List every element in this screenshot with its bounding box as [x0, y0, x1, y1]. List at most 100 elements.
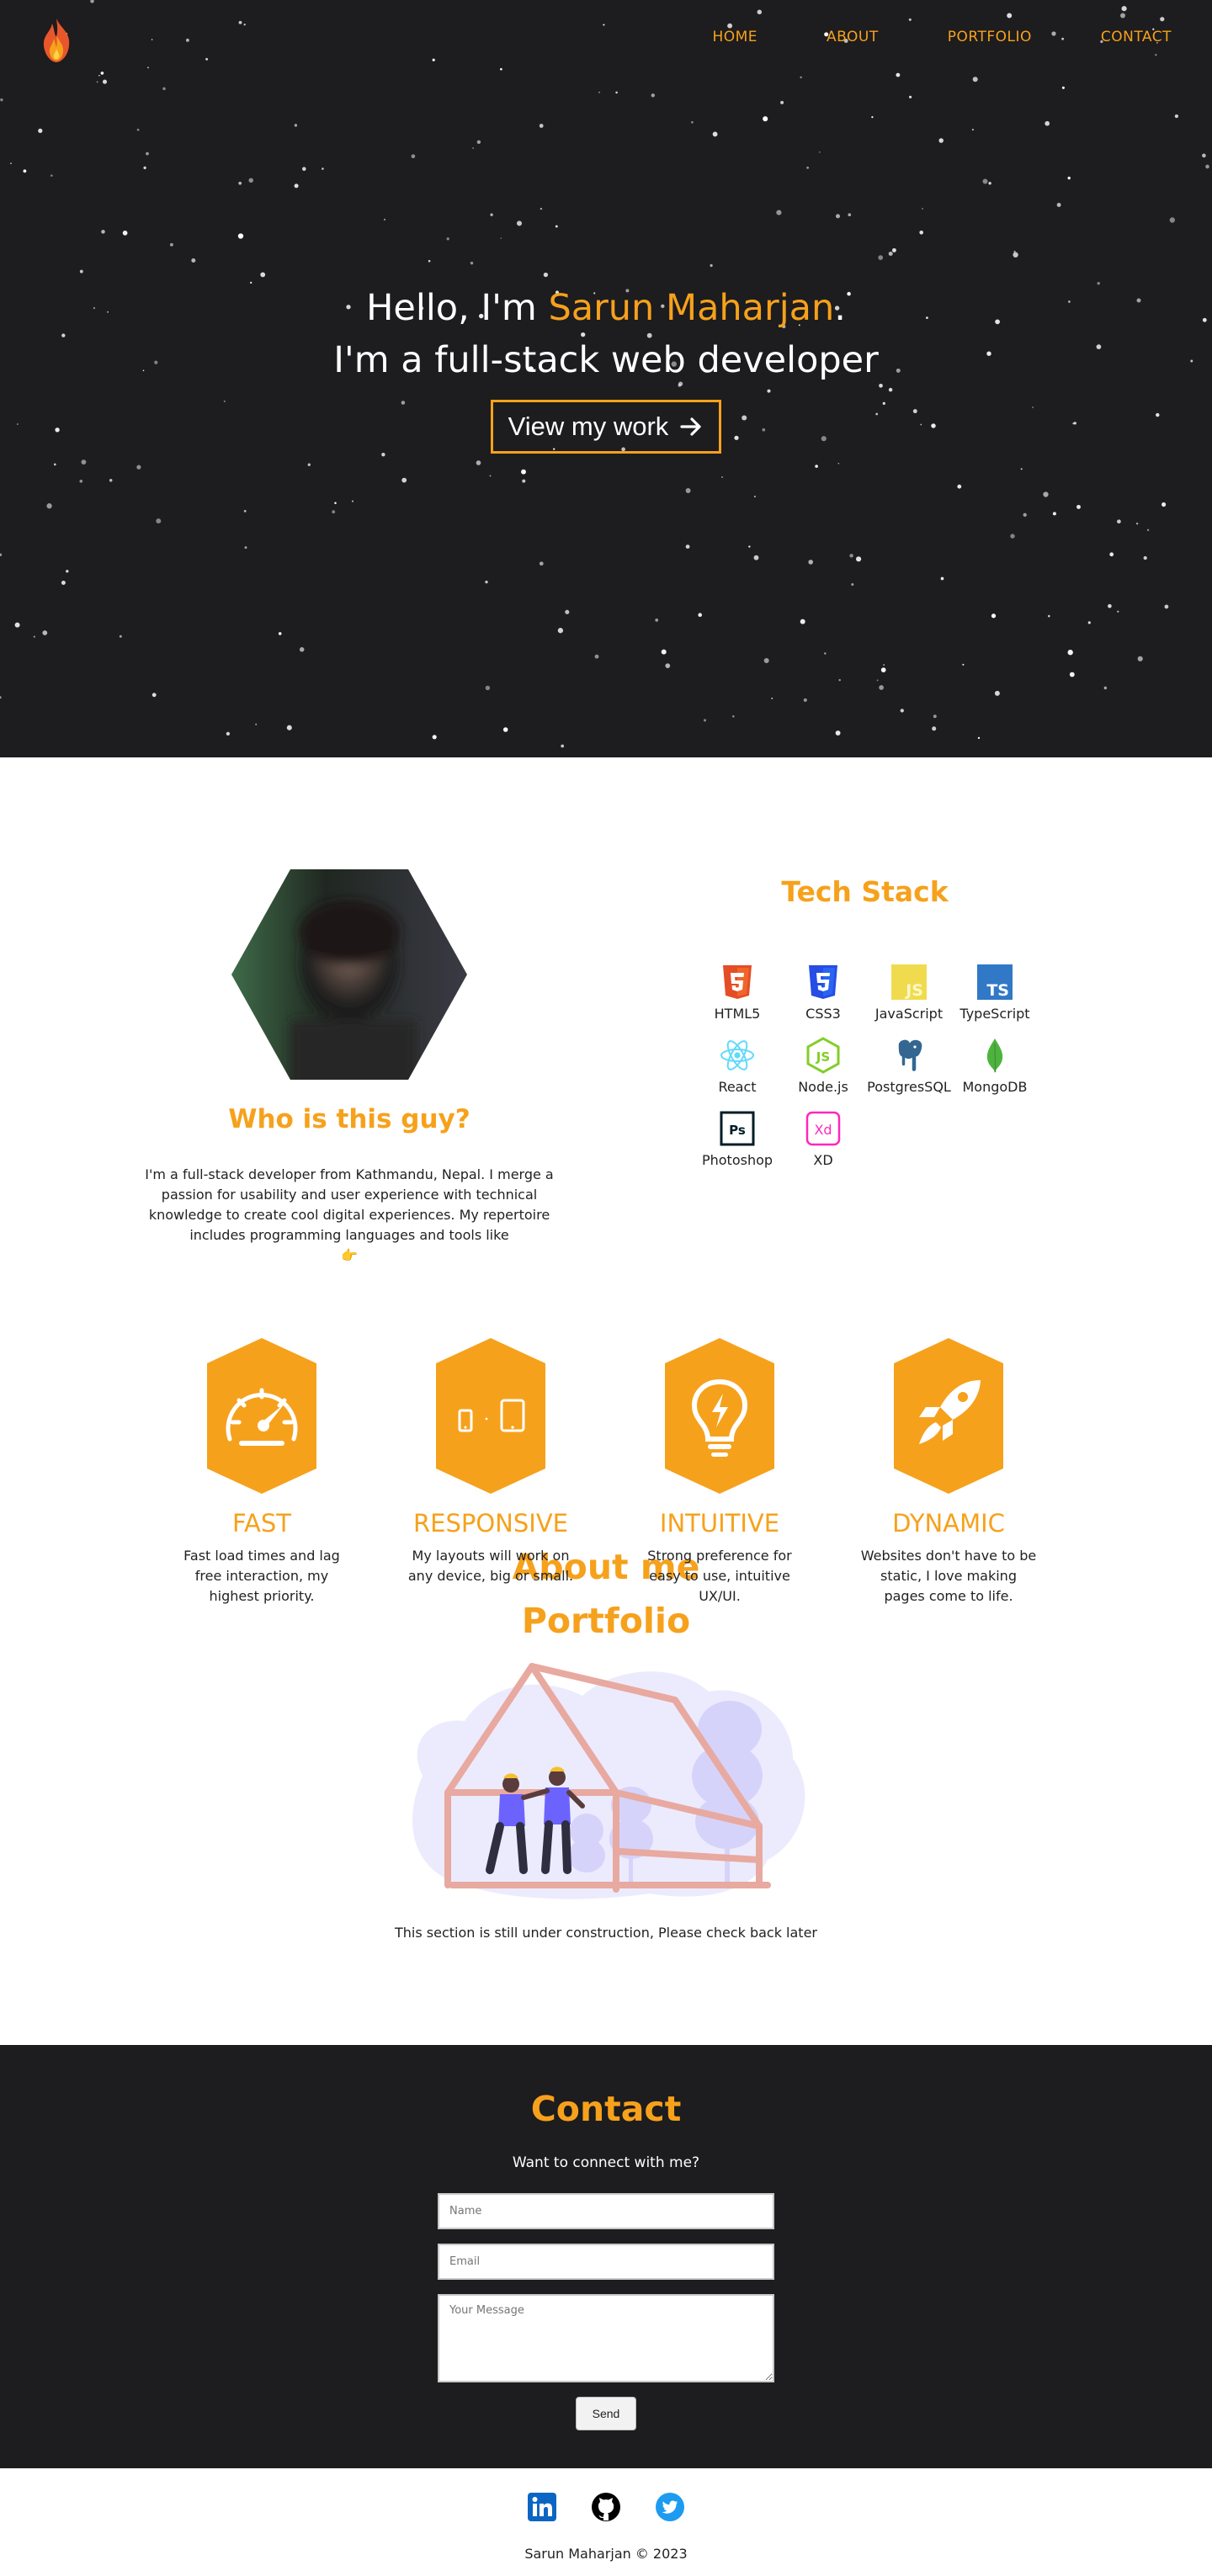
star-dot — [446, 237, 449, 241]
star-dot — [79, 269, 83, 274]
tech-stack-grid: HTML5 CSS3 JS JavaScript TS TypeScript R… — [694, 964, 1038, 1168]
star-dot — [900, 709, 904, 713]
feature-responsive: RESPONSIVE My layouts will work on any d… — [376, 1338, 605, 1607]
star-dot — [500, 237, 502, 239]
star-dot — [476, 460, 481, 465]
star-dot — [815, 465, 818, 468]
star-dot — [957, 484, 962, 489]
star-dot — [516, 220, 523, 226]
under-construction-note: This section is still under construction… — [395, 1925, 817, 1941]
star-dot — [90, 0, 94, 3]
star-dot — [539, 561, 544, 566]
send-button[interactable]: Send — [576, 2397, 636, 2430]
star-dot — [1160, 17, 1165, 22]
about-section: About me Who is this guy? I'm a full-sta… — [0, 757, 1212, 1649]
star-dot — [66, 570, 69, 573]
star-dot — [932, 726, 937, 731]
rocket-icon — [894, 1338, 1003, 1494]
github-link[interactable] — [591, 2492, 621, 2522]
star-dot — [776, 210, 782, 215]
star-dot — [771, 698, 773, 699]
hero-name: Sarun Maharjan — [548, 287, 835, 329]
star-dot — [698, 613, 703, 618]
star-dot — [136, 128, 140, 131]
star-dot — [122, 231, 128, 236]
star-dot — [46, 503, 52, 509]
star-dot — [244, 546, 247, 550]
speedometer-icon — [207, 1338, 316, 1494]
nav-portfolio-link[interactable]: PORTFOLIO — [948, 29, 1032, 45]
linkedin-link[interactable] — [527, 2492, 557, 2522]
star-dot — [79, 479, 83, 483]
nav-contact-link[interactable]: CONTACT — [1101, 29, 1172, 45]
star-dot — [1174, 114, 1178, 119]
star-dot — [243, 24, 246, 26]
nav-home-link[interactable]: HOME — [712, 29, 758, 45]
feature-text: Fast load times and lag free interaction… — [183, 1548, 340, 1604]
star-dot — [878, 255, 884, 260]
star-dot — [540, 207, 543, 210]
star-dot — [136, 465, 141, 470]
star-dot — [237, 233, 244, 239]
hero-greeting-suffix: . — [834, 287, 846, 329]
portfolio-section: Portfolio This section is still under co… — [0, 1601, 1212, 2045]
star-dot — [891, 247, 896, 252]
star-dot — [1007, 13, 1013, 19]
star-dot — [0, 98, 3, 102]
tech-item-xd: Xd XD — [780, 1110, 866, 1168]
star-dot — [685, 488, 691, 493]
twitter-link[interactable] — [655, 2492, 685, 2522]
message-field[interactable] — [438, 2294, 774, 2382]
star-dot — [1052, 512, 1056, 516]
star-dot — [876, 679, 879, 682]
flame-logo-icon[interactable] — [35, 17, 77, 64]
star-dot — [238, 181, 242, 185]
nav-about-link[interactable]: ABOUT — [827, 29, 879, 45]
tech-label: CSS3 — [805, 1006, 841, 1022]
star-dot — [238, 20, 242, 24]
devices-icon — [436, 1338, 545, 1494]
star-dot — [818, 151, 821, 153]
star-dot — [162, 87, 166, 91]
star-dot — [294, 124, 298, 127]
tech-label: MongoDB — [962, 1079, 1028, 1095]
star-dot — [763, 116, 768, 122]
star-dot — [1045, 120, 1050, 126]
star-dot — [710, 263, 713, 268]
star-dot — [1023, 513, 1027, 517]
star-dot — [753, 555, 759, 560]
copyright-text: Sarun Maharjan © 2023 — [524, 2546, 688, 2562]
star-dot — [824, 652, 827, 655]
star-dot — [988, 182, 991, 185]
contact-section: Contact Want to connect with me? Send — [0, 2045, 1212, 2468]
star-dot — [185, 38, 189, 42]
star-dot — [555, 225, 558, 228]
star-dot — [1043, 491, 1049, 497]
star-dot — [1103, 686, 1107, 690]
tech-item-postgresql: PostgresSQL — [866, 1037, 952, 1095]
star-dot — [96, 81, 98, 83]
star-dot — [1109, 552, 1114, 557]
star-dot — [151, 39, 153, 40]
star-dot — [594, 654, 599, 659]
view-my-work-button[interactable]: View my work — [490, 400, 722, 454]
name-field[interactable] — [438, 2193, 774, 2229]
star-dot — [485, 685, 491, 691]
star-dot — [543, 272, 549, 278]
star-dot — [763, 658, 769, 663]
star-dot — [977, 736, 981, 740]
main-nav: HOME ABOUT PORTFOLIO CONTACT — [712, 29, 1172, 45]
email-field[interactable] — [438, 2244, 774, 2280]
postgresql-icon — [897, 1038, 923, 1073]
star-dot — [299, 647, 305, 652]
star-dot — [971, 129, 974, 131]
mongodb-icon — [986, 1038, 1003, 1073]
tech-item-photoshop: Ps Photoshop — [694, 1110, 780, 1168]
star-dot — [428, 259, 431, 263]
star-dot — [1202, 153, 1206, 158]
star-dot — [896, 72, 901, 77]
star-dot — [384, 218, 385, 220]
star-dot — [1108, 603, 1112, 608]
html5-icon — [723, 965, 752, 999]
star-dot — [732, 714, 735, 718]
